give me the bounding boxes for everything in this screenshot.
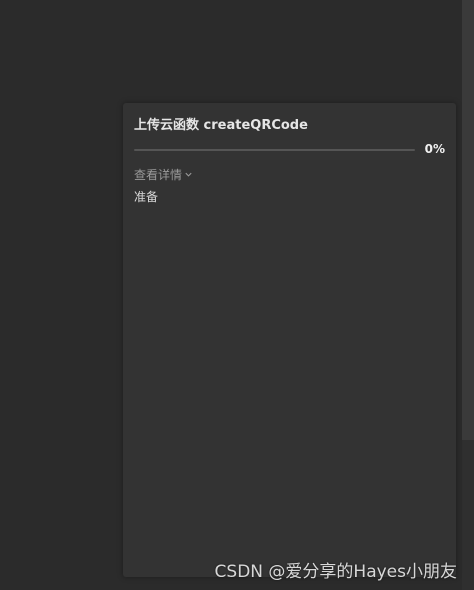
panel-title: 上传云函数 createQRCode bbox=[134, 118, 308, 133]
progress-row: 0% bbox=[134, 141, 445, 159]
view-details-label: 查看详情 bbox=[134, 168, 183, 182]
editor-background: 上传云函数 createQRCode 0% 查看详情 准备 CSDN @爱分享的… bbox=[0, 0, 474, 590]
view-details-toggle[interactable]: 查看详情 bbox=[134, 166, 193, 183]
upload-status: 准备 bbox=[134, 190, 159, 204]
chevron-down-icon bbox=[185, 172, 192, 177]
upload-progress-panel: 上传云函数 createQRCode 0% 查看详情 准备 bbox=[123, 103, 456, 577]
scrollbar-thumb[interactable] bbox=[462, 0, 474, 440]
watermark: CSDN @爱分享的Hayes小朋友 bbox=[214, 562, 457, 582]
progress-percent: 0% bbox=[424, 142, 445, 156]
scrollbar-track[interactable] bbox=[462, 0, 474, 590]
progress-bar bbox=[134, 149, 415, 151]
